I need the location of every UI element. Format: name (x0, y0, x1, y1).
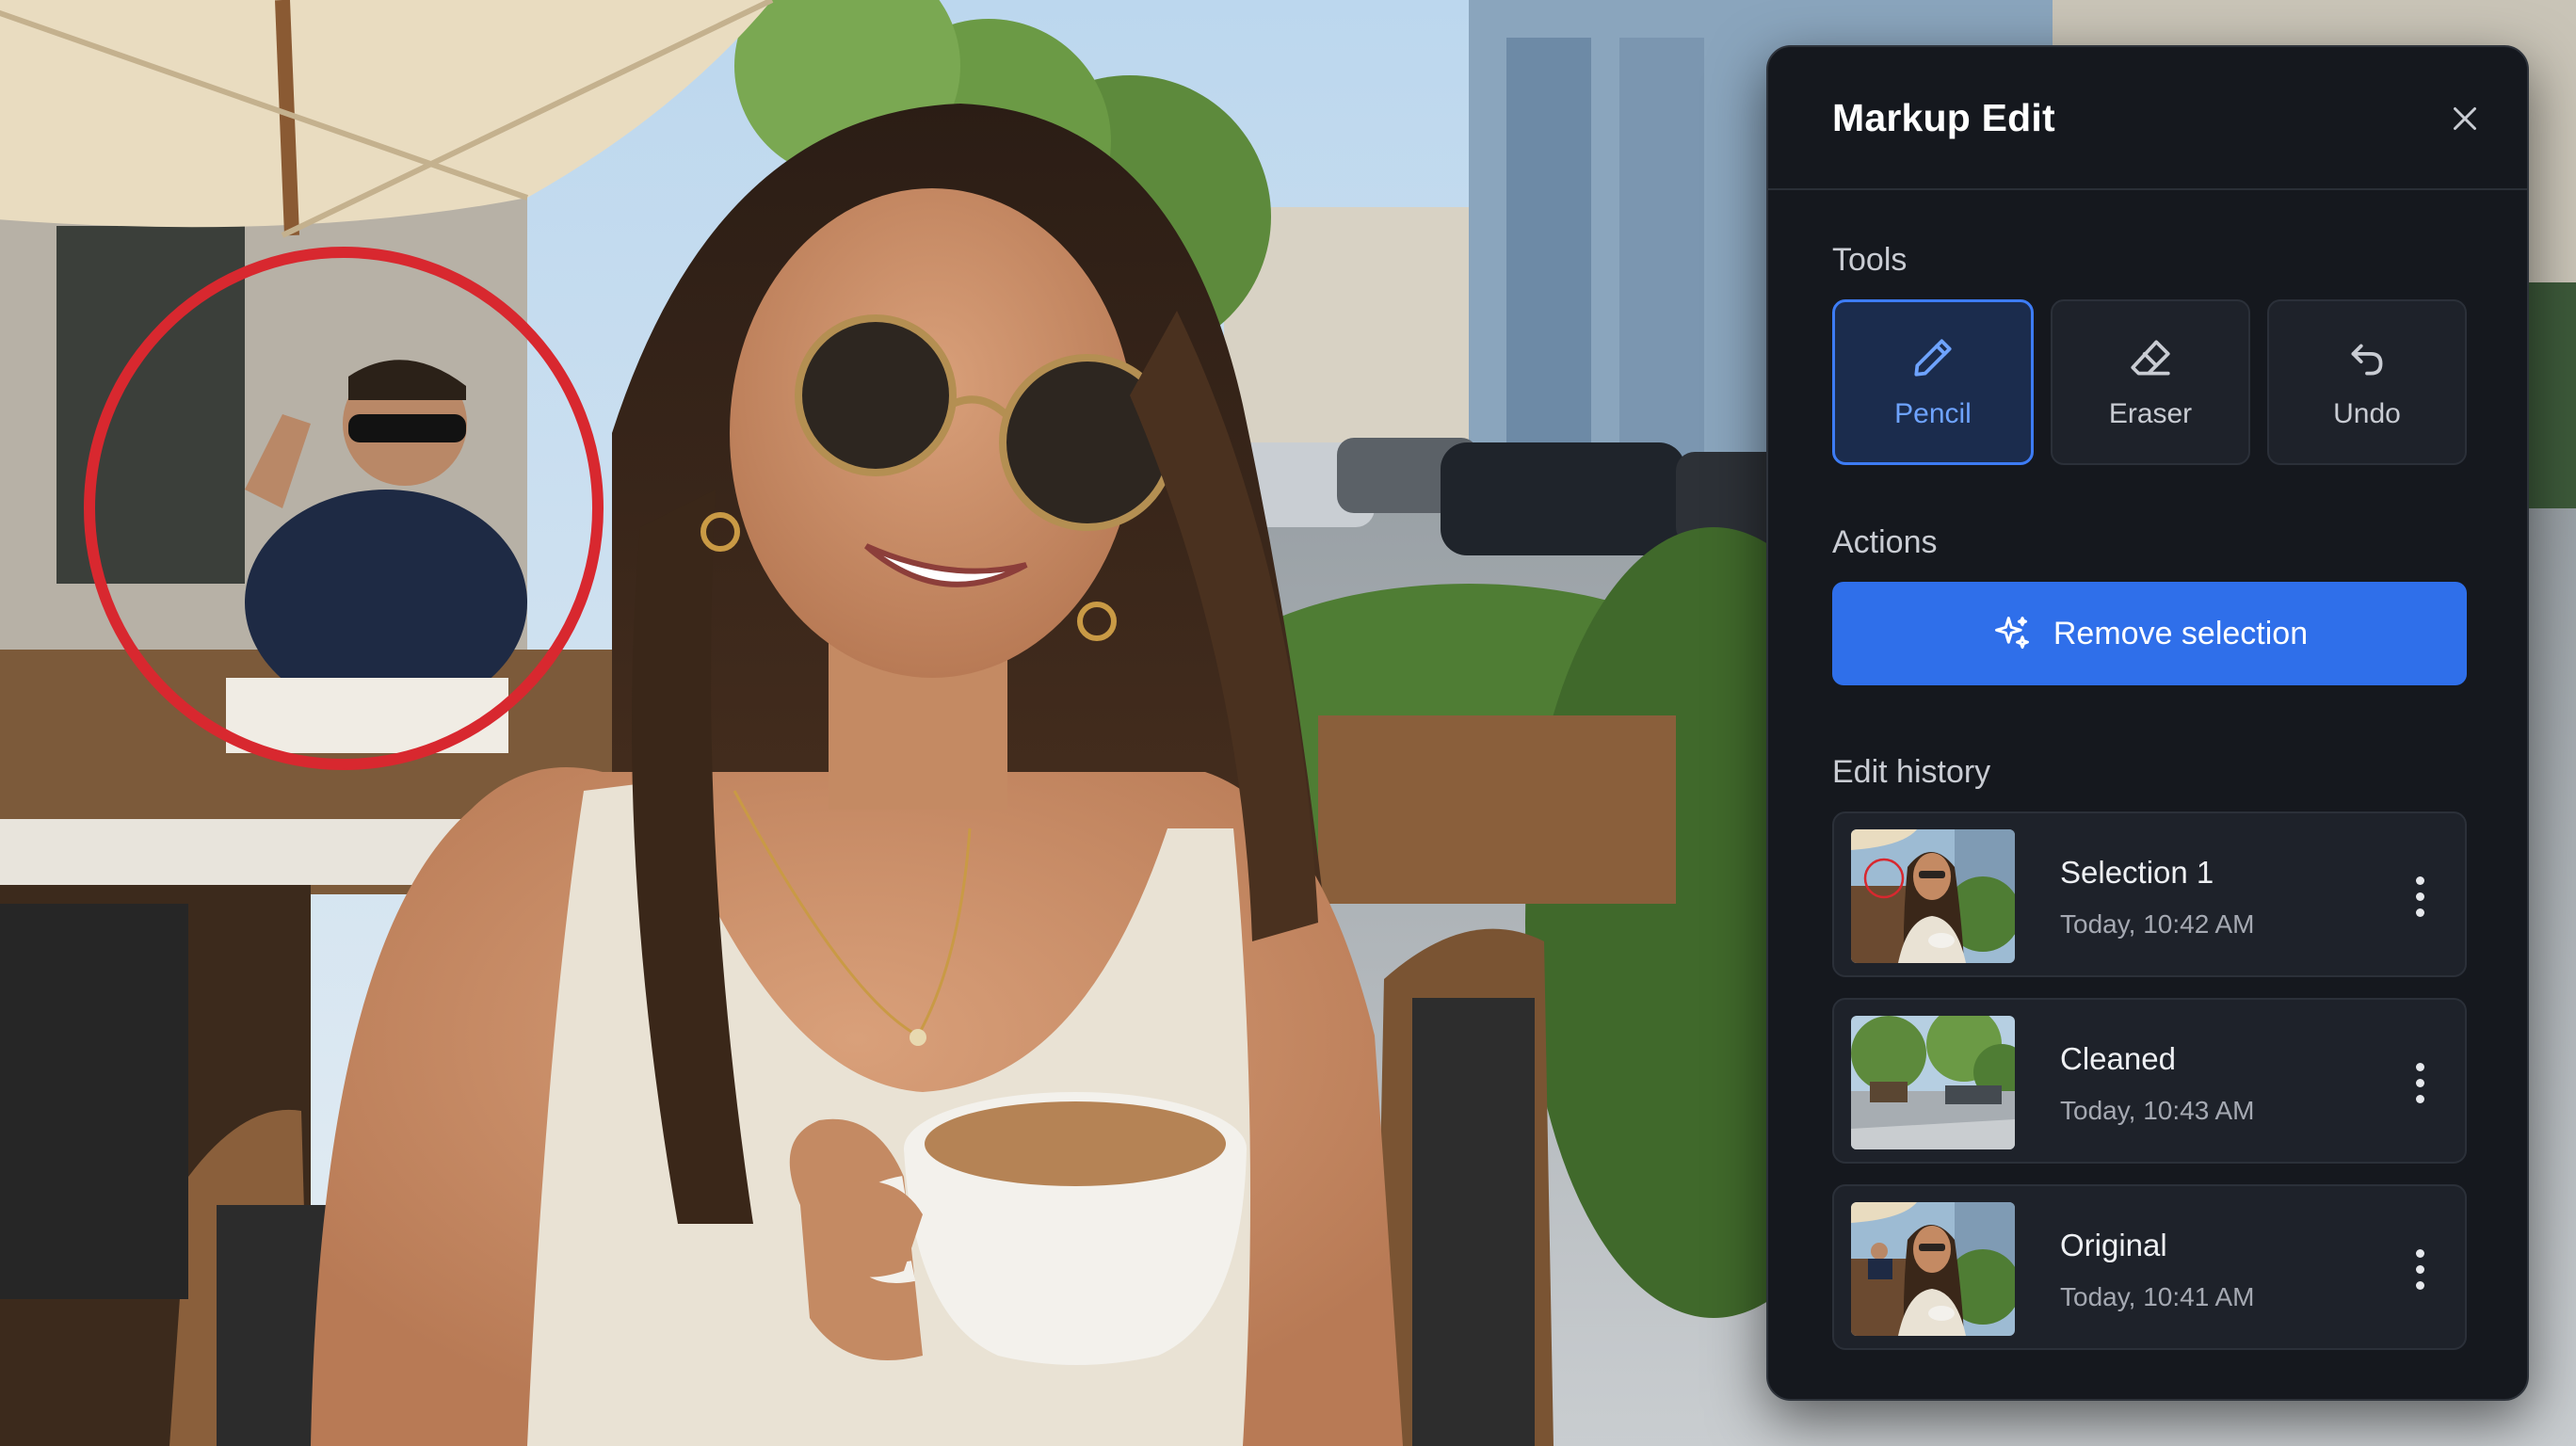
markup-edit-panel: Markup Edit Tools Pencil Eraser Undo Act… (1766, 45, 2529, 1401)
remove-selection-button[interactable]: Remove selection (1832, 582, 2467, 685)
panel-header: Markup Edit (1768, 47, 2527, 190)
eraser-tool-label: Eraser (2108, 398, 2193, 429)
pencil-tool-button[interactable]: Pencil (1832, 299, 2034, 465)
history-item-name: Selection 1 (2060, 855, 2214, 890)
undo-tool-button[interactable]: Undo (2267, 299, 2467, 465)
history-thumbnail (1851, 829, 2015, 963)
more-vertical-icon (2415, 1062, 2424, 1071)
tools-toolbar: Pencil Eraser Undo (1832, 299, 2467, 465)
remove-selection-label: Remove selection (2053, 615, 2309, 651)
undo-icon (2351, 344, 2383, 376)
panel-title: Markup Edit (1832, 96, 2055, 139)
history-item-time: Today, 10:42 AM (2060, 909, 2255, 939)
eraser-tool-button[interactable]: Eraser (2051, 299, 2250, 465)
more-vertical-icon (2415, 1248, 2424, 1258)
history-item-name: Original (2060, 1228, 2167, 1262)
history-section-label: Edit history (1832, 754, 1991, 790)
tools-section-label: Tools (1832, 242, 1908, 278)
pencil-tool-label: Pencil (1894, 398, 1972, 429)
more-vertical-icon (2415, 876, 2424, 885)
more-options-button[interactable] (2401, 866, 2439, 926)
undo-tool-label: Undo (2333, 398, 2401, 429)
editor-canvas[interactable]: Markup Edit Tools Pencil Eraser Undo Act… (0, 0, 2576, 1446)
history-item-name: Cleaned (2060, 1041, 2176, 1076)
sparkles-icon (1994, 617, 2029, 650)
eraser-icon (2131, 340, 2170, 376)
history-item-cleaned[interactable]: Cleaned Today, 10:43 AM (1832, 998, 2467, 1164)
more-options-button[interactable] (2401, 1052, 2439, 1113)
close-button[interactable] (2437, 90, 2493, 147)
pencil-icon (1914, 339, 1952, 377)
history-item-selection-1[interactable]: Selection 1 Today, 10:42 AM (1832, 811, 2467, 977)
more-options-button[interactable] (2401, 1239, 2439, 1299)
close-icon (2454, 107, 2476, 130)
history-thumbnail (1851, 1016, 2015, 1149)
history-item-original[interactable]: Original Today, 10:41 AM (1832, 1184, 2467, 1350)
edit-history-list: Selection 1 Today, 10:42 AM Cleaned Toda… (1832, 811, 2467, 1350)
actions-section-label: Actions (1832, 524, 1938, 560)
history-item-time: Today, 10:43 AM (2060, 1096, 2255, 1125)
history-thumbnail (1851, 1202, 2015, 1336)
history-item-time: Today, 10:41 AM (2060, 1282, 2255, 1311)
